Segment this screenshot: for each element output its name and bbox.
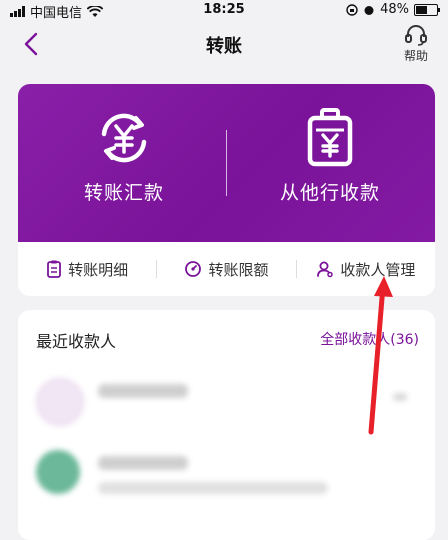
nav-bar: 转账 帮助	[0, 20, 448, 70]
payee-row[interactable]	[18, 366, 435, 432]
all-payees-link[interactable]: 全部收款人(36)	[320, 329, 419, 349]
payee-name-blurred	[98, 456, 188, 470]
recent-payees-title: 最近收款人	[36, 332, 117, 351]
all-payees-count: (36)	[390, 332, 419, 348]
currency-exchange-icon	[101, 113, 147, 163]
help-label: 帮助	[403, 49, 428, 63]
bank-bag-icon	[307, 108, 353, 167]
payee-management-link[interactable]: 收款人管理	[297, 259, 435, 280]
payee-row[interactable]	[18, 438, 435, 504]
transfer-details-link[interactable]: 转账明细	[18, 259, 156, 280]
transfer-hero: 转账汇款 从他行收款	[18, 84, 435, 242]
document-icon	[47, 260, 62, 278]
receive-from-other-bank-button[interactable]: 从他行收款	[230, 106, 430, 226]
transfer-remit-label: 转账汇款	[83, 182, 164, 204]
payee-name-blurred	[98, 384, 188, 398]
help-button[interactable]: 帮助	[396, 24, 436, 64]
headset-icon	[405, 25, 427, 46]
receive-from-other-bank-label: 从他行收款	[279, 182, 380, 204]
page-title: 转账	[206, 36, 242, 57]
recent-payees-header: 最近收款人 全部收款人(36)	[18, 310, 435, 366]
battery-percent: 48%	[380, 2, 409, 17]
rotation-lock-icon	[346, 3, 358, 16]
status-bar: 中国电信 18:25 48%	[0, 0, 448, 21]
all-payees-label: 全部收款人	[320, 332, 391, 348]
recent-payees-card: 最近收款人 全部收款人(36)	[18, 310, 435, 540]
payee-person-icon	[317, 261, 334, 278]
transfer-details-label: 转账明细	[68, 260, 129, 279]
payee-avatar	[36, 378, 84, 426]
hero-divider	[226, 130, 227, 196]
alarm-icon	[364, 5, 374, 15]
transfer-limit-label: 转账限额	[208, 260, 269, 279]
payee-account-blurred	[98, 482, 328, 494]
payee-avatar	[36, 450, 80, 494]
transfer-limit-link[interactable]: 转账限额	[157, 259, 295, 280]
transfer-remit-button[interactable]: 转账汇款	[24, 106, 224, 226]
payee-management-label: 收款人管理	[340, 260, 416, 279]
limit-gauge-icon	[185, 261, 202, 277]
chevron-down-icon	[393, 393, 407, 401]
battery-icon	[414, 3, 440, 16]
quick-links: 转账明细 转账限额 收款人管理	[18, 242, 435, 296]
transfer-card: 转账汇款 从他行收款 转账明细 转账限额 收款人管理	[18, 84, 435, 296]
